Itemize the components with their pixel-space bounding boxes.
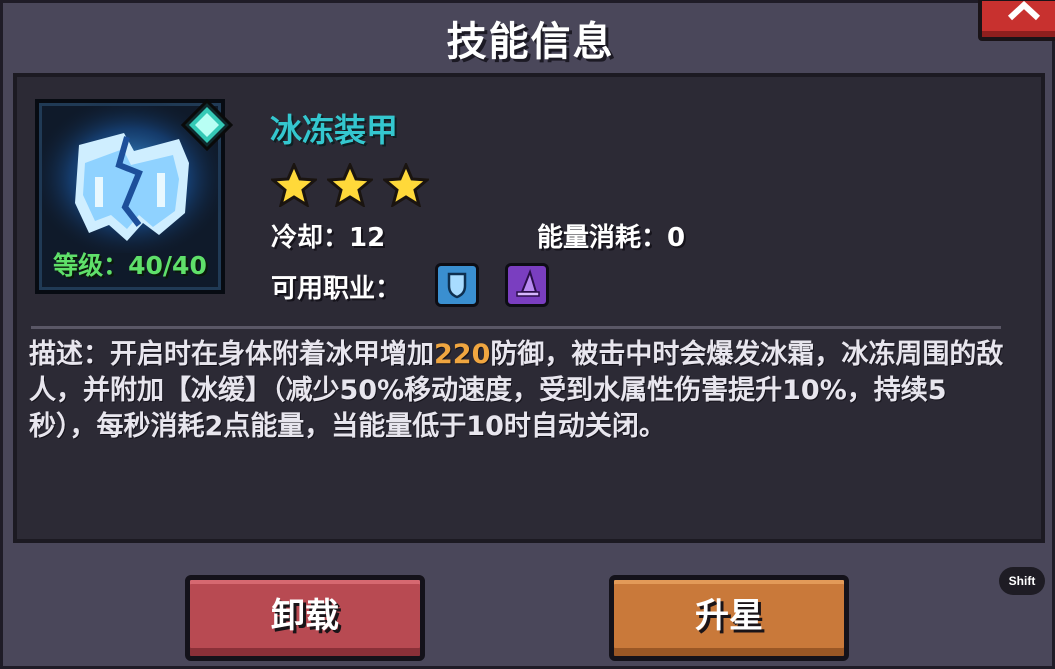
cooldown-value: 12 [349, 223, 386, 253]
section-divider [31, 326, 1001, 329]
skill-info-dialog: 技能信息 等级：40/40 冰冻装甲 冷却：12 能量消耗：0 可用职业： 描述… [0, 0, 1055, 669]
description-prefix: 描述：开启时在身体附着冰甲增加 [29, 339, 434, 370]
unload-button[interactable]: 卸载 [185, 575, 425, 661]
cooldown-stat: 冷却：12 [271, 217, 385, 254]
dialog-title: 技能信息 [446, 19, 615, 65]
description-highlight: 220 [434, 339, 491, 370]
upgrade-star-button[interactable]: 升星 [609, 575, 849, 661]
star-icon [383, 163, 429, 207]
star-rating [271, 163, 429, 207]
skill-description: 描述：开启时在身体附着冰甲增加220防御，被击中时会爆发冰霜，冰冻周围的敌人，并… [29, 337, 1009, 445]
energy-cost-label: 能量消耗： [537, 223, 668, 253]
hat-glyph-icon [516, 268, 540, 297]
star-icon [271, 163, 317, 207]
close-button[interactable] [978, 0, 1055, 41]
knight-shield-icon[interactable] [435, 263, 479, 307]
cooldown-label: 冷却： [271, 223, 350, 253]
skill-gem-icon [181, 99, 233, 151]
skill-name: 冰冻装甲 [270, 111, 399, 149]
wizard-hat-icon[interactable] [505, 263, 549, 307]
classes-label: 可用职业： [271, 274, 402, 304]
shift-shortcut-badge: Shift [999, 567, 1045, 595]
energy-cost-value: 0 [667, 223, 686, 253]
energy-cost-stat: 能量消耗：0 [537, 217, 685, 254]
close-chevron-icon [1007, 1, 1041, 21]
shield-glyph-icon [447, 272, 467, 299]
star-icon [327, 163, 373, 207]
skill-level: 等级：40/40 [53, 251, 207, 280]
